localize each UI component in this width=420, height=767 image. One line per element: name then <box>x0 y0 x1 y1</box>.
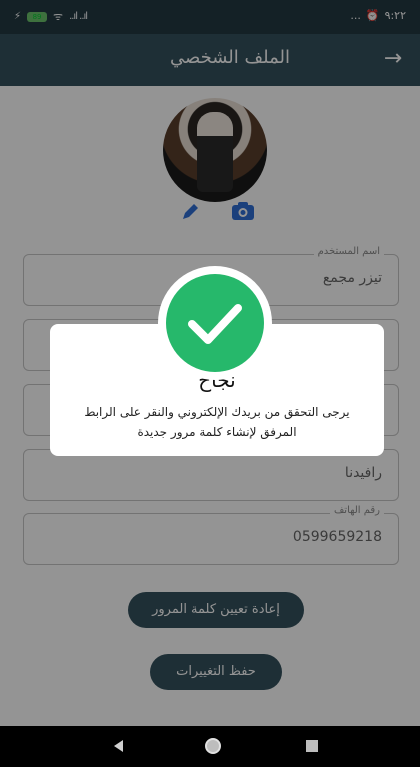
check-icon <box>188 304 242 344</box>
screen: ⚡ 89 ᯤ ..ıl ..ıl ... ⏰ ٩:٢٢ الملف الشخصي… <box>0 0 420 767</box>
success-badge-fill <box>166 274 264 372</box>
nav-back-icon[interactable] <box>114 740 123 752</box>
system-nav-bar <box>0 726 420 767</box>
nav-recents-icon[interactable] <box>306 740 318 752</box>
success-badge <box>158 266 272 380</box>
dialog-message: يرجى التحقق من بريدك الإلكتروني والنقر ع… <box>84 405 350 439</box>
nav-home-icon[interactable] <box>205 738 221 754</box>
